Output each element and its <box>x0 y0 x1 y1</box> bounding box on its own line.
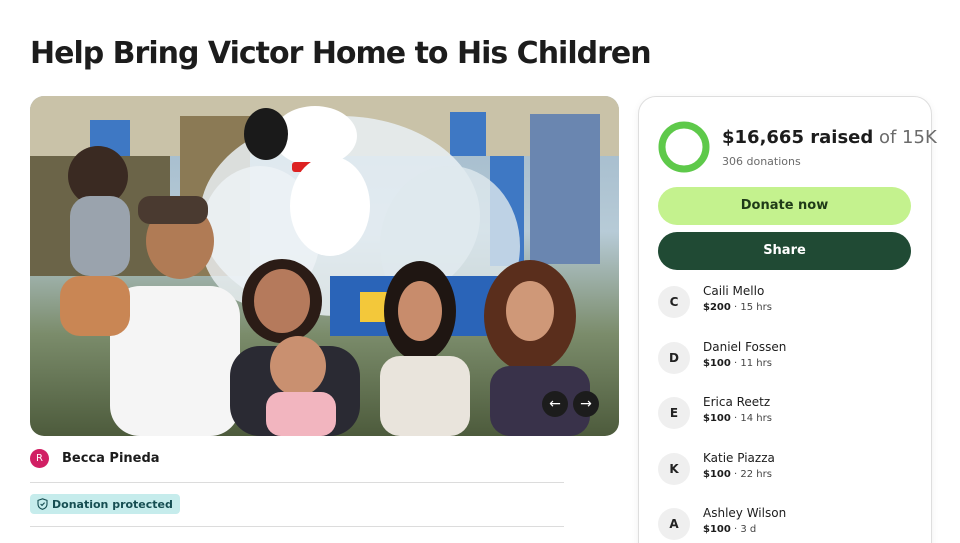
donation-protected-badge[interactable]: Donation protected <box>30 494 180 514</box>
previous-photo-button[interactable]: ← <box>542 391 568 417</box>
goal-amount: of 15K <box>873 127 937 148</box>
progress-ring-fill <box>658 121 710 173</box>
donations-count: 306 donations <box>722 155 801 168</box>
donation-amount: $100 <box>703 524 731 535</box>
donation-amount: $100 <box>703 358 731 369</box>
donation-time: · 3 d <box>730 524 757 535</box>
donation-amount: $100 <box>703 469 731 480</box>
donor-name: Katie Piazza <box>703 451 775 465</box>
donor-meta: $100 · 3 d <box>703 524 756 535</box>
donation-time: · 11 hrs <box>730 358 772 369</box>
donor-avatar: E <box>658 397 690 429</box>
donation-time: · 14 hrs <box>730 413 772 424</box>
donor-name: Ashley Wilson <box>703 506 787 520</box>
progress-ring <box>658 121 710 173</box>
donor-meta: $100 · 11 hrs <box>703 358 772 369</box>
share-button[interactable]: Share <box>658 232 911 270</box>
donor-avatar: K <box>658 453 690 485</box>
donor-name: Daniel Fossen <box>703 340 787 354</box>
next-photo-button[interactable]: → <box>573 391 599 417</box>
campaign-photo[interactable] <box>30 96 619 436</box>
donor-avatar: A <box>658 508 690 540</box>
donor-avatar: D <box>658 342 690 374</box>
page-title: Help Bring Victor Home to His Children <box>30 36 652 71</box>
donor-name: Caili Mello <box>703 284 765 298</box>
donate-now-button[interactable]: Donate now <box>658 187 911 225</box>
divider <box>30 526 564 527</box>
donation-time: · 22 hrs <box>730 469 772 480</box>
donor-meta: $100 · 22 hrs <box>703 469 772 480</box>
donor-avatar: C <box>658 286 690 318</box>
donation-amount: $100 <box>703 413 731 424</box>
divider <box>30 482 564 483</box>
organizer-name[interactable]: Becca Pineda <box>62 451 160 466</box>
family-photo-illustration <box>30 96 619 436</box>
raised-amount: $16,665 raised <box>722 127 874 148</box>
amount-raised: $16,665 raised of 15K <box>722 127 937 148</box>
donor-name: Erica Reetz <box>703 395 771 409</box>
organizer[interactable]: R Becca Pineda <box>30 449 160 468</box>
donation-amount: $200 <box>703 302 731 313</box>
donation-time: · 15 hrs <box>730 302 772 313</box>
donor-meta: $100 · 14 hrs <box>703 413 772 424</box>
donor-meta: $200 · 15 hrs <box>703 302 772 313</box>
badge-label: Donation protected <box>52 497 173 511</box>
shield-icon <box>37 498 48 510</box>
organizer-avatar: R <box>30 449 49 468</box>
